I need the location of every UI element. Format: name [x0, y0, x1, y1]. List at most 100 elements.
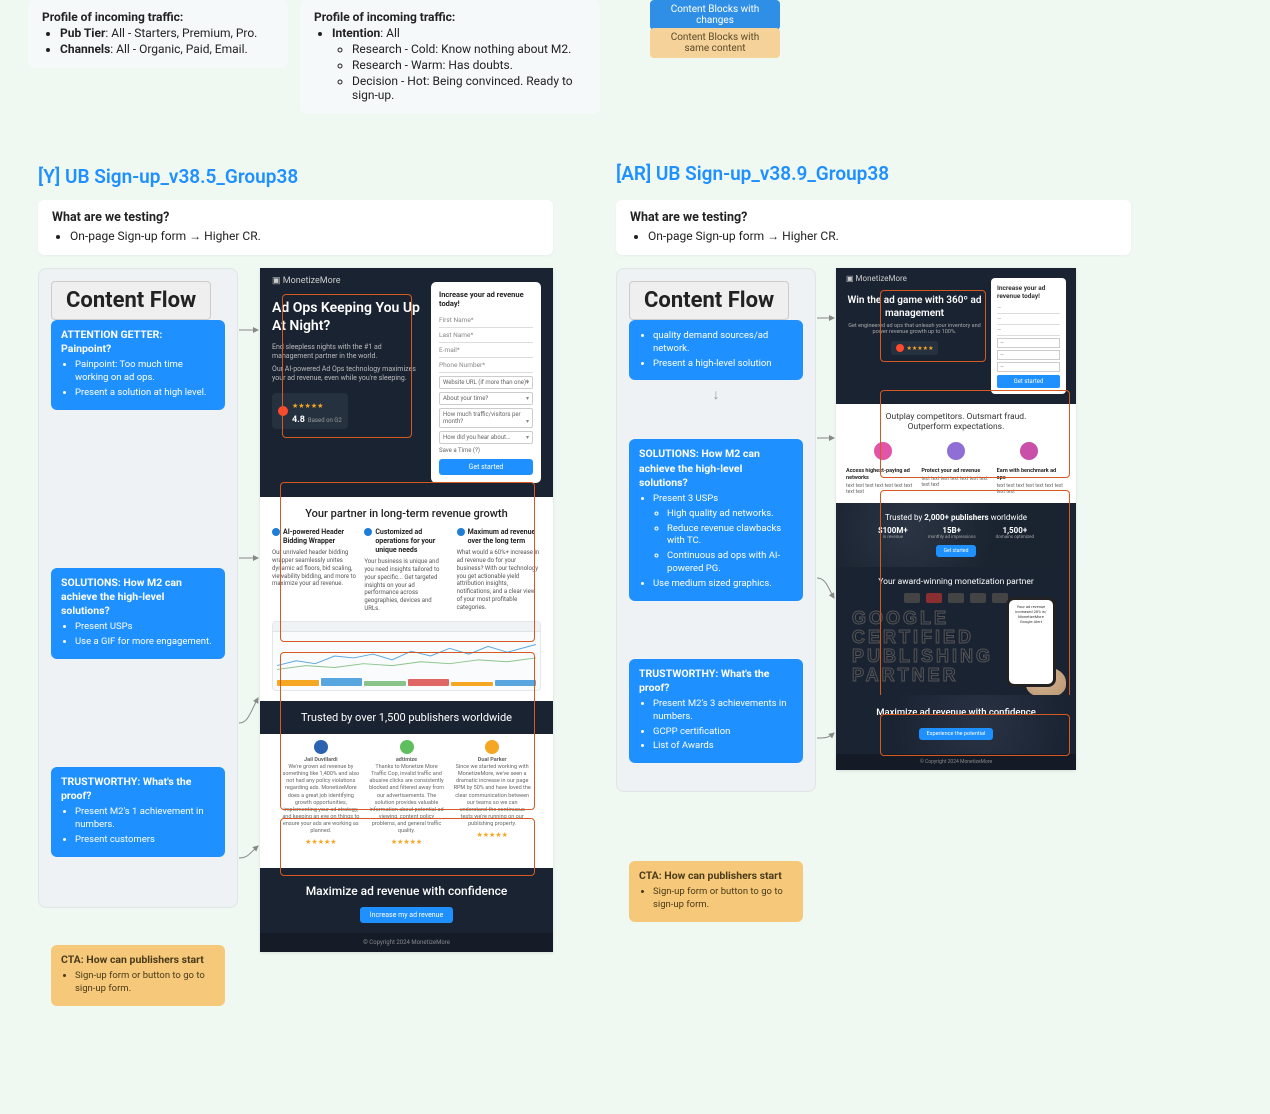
hero-sub: Get engineered ad ops that unleash your …	[846, 323, 983, 335]
email-field[interactable]: E-mail*	[439, 343, 533, 358]
dot-icon	[272, 528, 280, 536]
hero-headline: Ad Ops Keeping You Up At Night?	[272, 300, 421, 335]
flow-card-trust: TRUSTWORTHY: What's the proof? Present M…	[629, 659, 803, 764]
profile-subitem: Research - Cold: Know nothing about M2.	[352, 42, 586, 56]
flow-card-solutions: SOLUTIONS: How M2 can achieve the high-l…	[629, 439, 803, 600]
dashboard-mock	[272, 621, 541, 691]
award-title: Your award-winning monetization partner	[844, 577, 1068, 587]
profile-item: Intention: All Research - Cold: Know not…	[332, 26, 586, 102]
profile-item: Channels: All - Organic, Paid, Email.	[60, 42, 274, 56]
variant-y-page-mock: ▣ MonetizeMore Ad Ops Keeping You Up At …	[260, 268, 553, 952]
brand-logo: ▣ MonetizeMore	[846, 274, 907, 283]
flow-card-solutions: SOLUTIONS: How M2 can achieve the high-l…	[51, 568, 225, 659]
profile-heading: Profile of incoming traffic:	[314, 10, 586, 24]
testing-item: On-page Sign-up form → Higher CR.	[648, 229, 1117, 243]
flow-card-attention: quality demand sources/ad network. Prese…	[629, 320, 803, 380]
cta-headline: Maximize ad revenue with confidence	[270, 884, 543, 898]
flow-card-trust: TRUSTWORTHY: What's the proof? Present M…	[51, 767, 225, 857]
avatar-icon	[485, 740, 499, 754]
testimonial: Jail DuvillardiWe're grown ad revenue by…	[282, 740, 360, 848]
testing-heading: What are we testing?	[52, 210, 539, 225]
first-name-field[interactable]: First Name*	[439, 313, 533, 328]
stars-icon: ★★★★★	[292, 402, 323, 410]
traffic-select[interactable]: How much traffic/visitors per month?	[439, 408, 533, 428]
profile-heading: Profile of incoming traffic:	[42, 10, 274, 24]
time-check[interactable]: Save a Time (?)	[439, 447, 533, 454]
variant-ar-page-mock: ▣ MonetizeMore Win the ad game with 360º…	[836, 268, 1076, 770]
profile-subitem: Decision - Hot: Being convinced. Ready t…	[352, 74, 586, 102]
cta-section: Maximize ad revenue with confidence Incr…	[260, 868, 553, 933]
variant-ar-title: [AR] UB Sign-up_v38.9_Group38	[616, 162, 889, 185]
hero-sub1: End sleepless nights with the #1 ad mana…	[272, 343, 421, 362]
partner-section: Your partner in long-term revenue growth…	[260, 497, 553, 701]
feature-icon	[1020, 442, 1038, 460]
legend-chip-changes: Content Blocks with changes	[650, 0, 780, 30]
rating-badge: ★★★★★	[891, 341, 939, 355]
award-logo-icon	[904, 593, 920, 603]
g2-icon	[896, 344, 904, 352]
hero-sub2: Our AI-powered Ad Ops technology maximiz…	[272, 365, 421, 384]
phone-field[interactable]: Phone Number*	[439, 358, 533, 373]
profile-box-right: Profile of incoming traffic: Intention: …	[300, 0, 600, 114]
hero-section: ▣ MonetizeMore Win the ad game with 360º…	[836, 268, 1076, 404]
url-select[interactable]: Website URL (if more than one)*	[439, 376, 533, 389]
feature-icon	[874, 442, 892, 460]
award-section: Your award-winning monetization partner …	[836, 567, 1076, 695]
confidence-cta: Maximize ad revenue with confidence Expe…	[836, 695, 1076, 754]
get-started-button[interactable]: Get started	[439, 459, 533, 475]
variant-y-flow-diagram: Content Flow ATTENTION GETTER: Painpoint…	[38, 268, 238, 908]
down-arrow-icon: ↓	[629, 386, 803, 403]
flow-card-cta: CTA: How can publishers start Sign-up fo…	[629, 861, 803, 922]
variant-ar-flow-diagram: Content Flow quality demand sources/ad n…	[616, 268, 816, 792]
dot-icon	[364, 528, 372, 536]
time-select[interactable]: About your time?	[439, 392, 533, 405]
testimonials-section: Jail DuvillardiWe're grown ad revenue by…	[260, 734, 553, 868]
cta-button[interactable]: Increase my ad revenue	[360, 907, 453, 923]
trusted-stats-section: Trusted by 2,000+ publishers worldwide $…	[836, 503, 1076, 567]
connector-arrows	[816, 268, 836, 792]
partner-title: Your partner in long-term revenue growth	[272, 507, 541, 520]
legend-chip-same: Content Blocks with same content	[650, 28, 780, 58]
award-logo-icon	[926, 593, 942, 603]
testimonial: Dual ParkerSince we started working with…	[453, 740, 531, 848]
profile-box-left: Profile of incoming traffic: Pub Tier: A…	[28, 0, 288, 68]
stars-icon: ★★★★★	[907, 345, 934, 352]
cta-button[interactable]: Experience the potential	[919, 728, 994, 740]
dot-icon	[457, 528, 465, 536]
avatar-icon	[400, 740, 414, 754]
content-flow-badge: Content Flow	[51, 281, 211, 320]
profile-item: Pub Tier: All - Starters, Premium, Pro.	[60, 26, 274, 40]
profile-subitem: Research - Warm: Has doubts.	[352, 58, 586, 72]
g2-icon	[278, 406, 288, 416]
rating-badge: ★★★★★ 4.8 Based on G2	[272, 393, 348, 429]
copyright-text: © Copyright 2024 MonetizeMore	[260, 933, 553, 952]
flow-card-cta: CTA: How can publishers start Sign-up fo…	[51, 945, 225, 1006]
hero-section: ▣ MonetizeMore Ad Ops Keeping You Up At …	[260, 268, 553, 497]
variant-y-title: [Y] UB Sign-up_v38.5_Group38	[38, 165, 298, 188]
content-flow-badge: Content Flow	[629, 281, 789, 320]
variant-y-testing-box: What are we testing? On-page Sign-up for…	[38, 200, 553, 255]
flow-card-attention: ATTENTION GETTER: Painpoint? Painpoint: …	[51, 320, 225, 410]
brand-logo: ▣ MonetizeMore	[272, 276, 341, 286]
trusted-title: Trusted by over 1,500 publishers worldwi…	[260, 701, 553, 734]
get-started-button[interactable]: Get started	[997, 375, 1060, 388]
last-name-field[interactable]: Last Name*	[439, 328, 533, 343]
signup-form[interactable]: Increase your ad revenue today! First Na…	[431, 282, 541, 483]
award-logo-icon	[948, 593, 964, 603]
connector-arrows	[238, 268, 260, 908]
hear-select[interactable]: How did you hear about…	[439, 431, 533, 444]
feature-icon	[947, 442, 965, 460]
phone-mock: Your ad revenue increased 28% w/ Monetiz…	[1006, 597, 1056, 687]
signup-form[interactable]: Increase your ad revenue today! — — — — …	[991, 278, 1066, 394]
trusted-section: Trusted by over 1,500 publishers worldwi…	[260, 701, 553, 734]
avatar-icon	[314, 740, 328, 754]
testing-item: On-page Sign-up form → Higher CR.	[70, 229, 539, 243]
get-started-button[interactable]: Get started	[936, 545, 977, 557]
award-logo-icon	[970, 593, 986, 603]
testimonial: adtimizeThanks to Monetize More Traffic …	[368, 740, 446, 848]
testing-heading: What are we testing?	[630, 210, 1117, 225]
hero-headline: Win the ad game with 360º ad management	[846, 294, 983, 320]
outplay-section: Outplay competitors. Outsmart fraud. Out…	[836, 404, 1076, 503]
variant-ar-testing-box: What are we testing? On-page Sign-up for…	[616, 200, 1131, 255]
copyright-text: © Copyright 2024 MonetizeMore	[836, 754, 1076, 770]
